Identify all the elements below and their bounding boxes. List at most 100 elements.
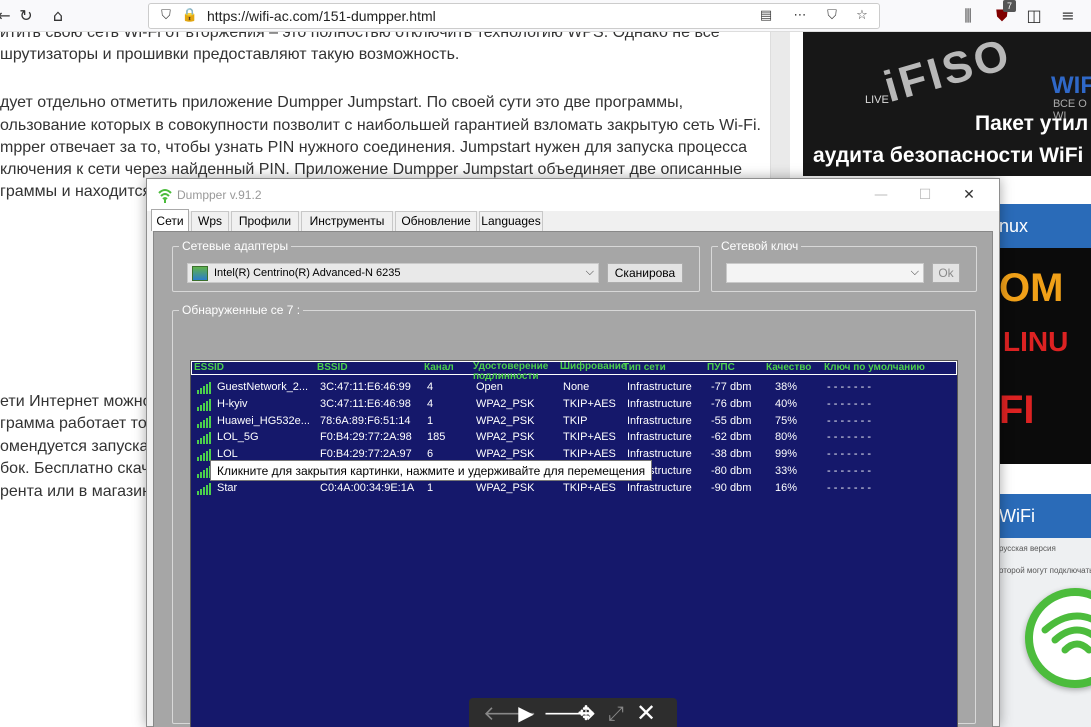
ad-banner-linux[interactable]: OM LINU FI: [999, 248, 1091, 464]
pocket-icon[interactable]: ⛉: [821, 5, 843, 27]
fullscreen-icon[interactable]: ⤢: [603, 702, 629, 724]
home-icon[interactable]: ⌂: [46, 4, 70, 28]
ublock-badge: 7: [1003, 0, 1016, 12]
bookmark-star-icon[interactable]: ☆: [851, 5, 873, 27]
sidebar-heading-text: nux: [999, 216, 1029, 236]
cell-net-type: Infrastructure: [627, 448, 692, 461]
cell-channel: 4: [427, 397, 434, 410]
cell-auth: WPA2_PSK: [476, 431, 535, 444]
col-default-key[interactable]: Ключ по умолчанию: [824, 362, 925, 374]
col-cipher[interactable]: Шифрование: [560, 362, 627, 372]
tab-networks[interactable]: Сети: [151, 209, 189, 231]
table-row[interactable]: GuestNetwork_2... 3C:47:11:E6:46:99 4 Open N…: [191, 379, 957, 396]
sidebar-heading-wifi[interactable]: WiFi: [999, 494, 1091, 538]
cell-quality: 75%: [775, 414, 798, 427]
sidebar-icon[interactable]: ◫: [1022, 4, 1046, 28]
cell-auth: WPA2_PSK: [476, 414, 535, 427]
network-adapter-icon: [192, 266, 208, 281]
article-line: mpper отвечает за то, чтобы узнать PIN н…: [0, 139, 748, 156]
article-line: рента или в магазин: [0, 483, 151, 500]
cell-bssid: F0:B4:29:77:2A:98: [320, 431, 412, 444]
cell-bssid: F0:B4:29:77:2A:97: [320, 448, 412, 461]
lightbox-controls: 🡐 ▶ 🡒 ✥ ⤢ ✕: [469, 698, 677, 727]
forward-arrow-icon[interactable]: 🡒: [543, 702, 597, 724]
cell-default-key: - - - - - - -: [827, 414, 871, 427]
table-row[interactable]: Huawei_HG532e... 78:6A:89:F6:51:14 1 WPA2_P…: [191, 413, 957, 430]
library-icon[interactable]: ⫼: [956, 4, 980, 28]
cell-essid: GuestNetwork_2...: [217, 381, 309, 393]
reload-icon[interactable]: ↻: [14, 4, 38, 28]
wifi-icon: [1025, 588, 1091, 688]
table-row[interactable]: H-kyiv 3C:47:11:E6:46:98 4 WPA2_PSK TKIP+AES…: [191, 396, 957, 413]
cell-quality: 33%: [775, 465, 798, 477]
col-rssi[interactable]: ПУПС: [707, 362, 735, 374]
move-icon[interactable]: ✥: [573, 702, 599, 724]
minimize-icon[interactable]: —: [871, 185, 891, 205]
menu-icon[interactable]: ≡: [1056, 4, 1080, 28]
col-essid[interactable]: ESSID: [194, 362, 224, 374]
cell-cipher: None: [563, 381, 590, 393]
cell-essid: LOL_5G: [217, 431, 259, 444]
col-quality[interactable]: Качество: [766, 362, 811, 374]
col-channel[interactable]: Канал: [424, 362, 454, 374]
article-line: грамма работает тол: [0, 415, 156, 432]
browser-toolbar: ← ↻ ⌂ ⛉ 🔒 https://wifi-ac.com/151-dumppe…: [0, 0, 1091, 32]
chevron-down-icon: ⌵: [910, 265, 919, 278]
cell-default-key: - - - - - - -: [827, 448, 871, 461]
cell-quality: 80%: [775, 431, 798, 444]
tab-wps[interactable]: Wps: [191, 211, 229, 231]
cell-essid: Huawei_HG532e...: [217, 414, 310, 427]
cell-channel: 1: [427, 414, 434, 427]
tab-tools[interactable]: Инструменты: [301, 211, 393, 231]
cell-cipher: TKIP+AES: [563, 448, 616, 461]
ad-brand: WIFI: [1051, 72, 1091, 99]
cell-auth: WPA2_PSK: [476, 397, 535, 410]
ad-text-b: LINU: [1003, 326, 1069, 357]
col-bssid[interactable]: BSSID: [317, 362, 348, 374]
table-row[interactable]: Star C0:4A:00:34:9E:1A 1 WPA2_PSK TKIP+AES In…: [191, 480, 957, 497]
reader-icon[interactable]: ▤: [755, 5, 777, 27]
url-bar[interactable]: ⛉ 🔒 https://wifi-ac.com/151-dumpper.html…: [148, 3, 880, 29]
article-line: ключения к сети через найденный PIN. При…: [0, 161, 742, 178]
network-key-select[interactable]: ⌵: [726, 263, 924, 283]
sidebar-box[interactable]: русская версия оторой могут подключать: [999, 538, 1091, 727]
network-key-group: Сетевой ключ ⌵ Ok: [711, 239, 977, 292]
cell-bssid: 3C:47:11:E6:46:98: [320, 397, 411, 410]
cell-quality: 99%: [775, 448, 798, 461]
lock-icon[interactable]: 🔒: [179, 5, 201, 27]
cell-quality: 40%: [775, 397, 798, 410]
cell-default-key: - - - - - - -: [827, 481, 871, 494]
found-networks-title: Обнаруженные се 7 :: [179, 303, 304, 317]
dumpper-window[interactable]: Dumpper v.91.2 — ☐ ✕ Сети Wps Профили Ин…: [146, 178, 1000, 727]
col-net-type[interactable]: Тип сети: [623, 362, 666, 374]
scan-button[interactable]: Сканирова: [607, 263, 683, 283]
tab-profiles[interactable]: Профили: [231, 211, 299, 231]
adapter-select[interactable]: Intel(R) Centrino(R) Advanced-N 6235 ⌵: [187, 263, 599, 283]
adapters-group: Сетевые адаптеры Intel(R) Centrino(R) Ad…: [172, 239, 700, 292]
shield-icon[interactable]: ⛉: [155, 5, 177, 27]
close-icon[interactable]: ✕: [633, 701, 659, 725]
cell-rssi: -77 dbm: [711, 381, 752, 393]
window-titlebar[interactable]: Dumpper v.91.2 — ☐ ✕: [147, 179, 999, 211]
close-icon[interactable]: ✕: [959, 185, 979, 205]
table-row[interactable]: LOL_5G F0:B4:29:77:2A:98 185 WPA2_PSK TKIP+A…: [191, 429, 957, 446]
back-arrow-icon[interactable]: 🡐: [483, 702, 537, 724]
signal-strength-icon: [197, 482, 213, 495]
article-line: итить свою сеть Wi-Fi от вторжения – это…: [0, 32, 720, 41]
cell-net-type: Infrastructure: [627, 431, 692, 444]
cell-cipher: TKIP+AES: [563, 397, 616, 410]
play-icon[interactable]: ▶: [513, 702, 539, 724]
tab-update[interactable]: Обновление: [395, 211, 477, 231]
more-icon[interactable]: ⋯: [789, 5, 811, 27]
ad-live-label: LIVE: [865, 94, 889, 106]
article-line: ети Интернет можно: [0, 393, 152, 410]
tab-languages[interactable]: Languages: [479, 211, 543, 231]
ad-banner-wifislax[interactable]: iFISO LIVE WIFI ВСЕ О WI Пакет утил ауди…: [803, 32, 1091, 176]
ok-button[interactable]: Ok: [932, 263, 960, 283]
sidebar-heading-linux[interactable]: nux: [999, 204, 1091, 248]
url-text[interactable]: https://wifi-ac.com/151-dumpper.html: [207, 8, 436, 24]
networks-list[interactable]: ESSID BSSID Канал Удостоверение подлинно…: [190, 360, 958, 727]
ad-logo: iFISO: [878, 32, 1018, 112]
maximize-icon[interactable]: ☐: [915, 185, 935, 205]
cell-channel: 4: [427, 381, 434, 393]
